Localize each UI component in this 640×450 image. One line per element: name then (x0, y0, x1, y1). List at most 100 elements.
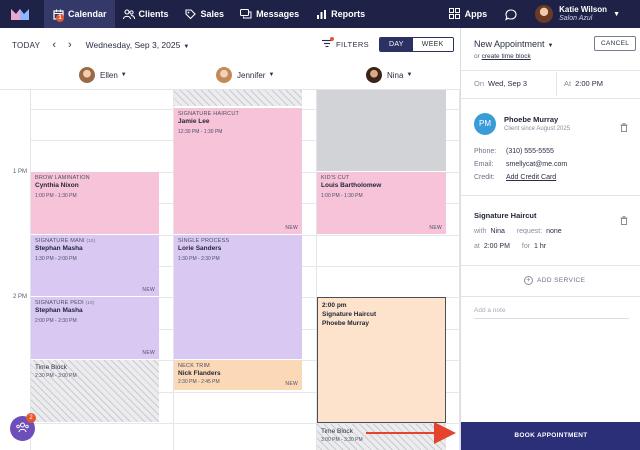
appointment-client: Stephan Masha (35, 307, 83, 314)
view-toggle: DAY WEEK (379, 37, 454, 52)
nav-clients-label: Clients (138, 9, 169, 19)
with-label: with (474, 228, 487, 235)
unavailable-block (317, 90, 446, 172)
client-name[interactable]: Phoebe Murray (504, 115, 558, 124)
today-button[interactable]: TODAY (12, 41, 40, 50)
trash-icon[interactable] (620, 119, 628, 132)
user-salon: Salon Azul (559, 15, 593, 22)
appointment-client: Louis Bartholomew (321, 182, 382, 189)
view-week-button[interactable]: WEEK (412, 38, 453, 51)
chevron-down-icon: ▼ (613, 10, 620, 18)
view-day-button[interactable]: DAY (380, 38, 413, 51)
staff-name: Nina (387, 70, 404, 80)
service-tag: (10) (85, 300, 95, 305)
panel-subtitle: or create time block (474, 53, 531, 60)
appointment-time: 2:00 PM - 2:30 PM (35, 318, 77, 324)
time-field-value: 2:00 PM (575, 79, 604, 88)
filters-button[interactable]: FILTERS (322, 37, 369, 50)
divider (461, 265, 640, 266)
nav-clients[interactable]: Clients (115, 0, 177, 28)
next-day-icon[interactable]: › (68, 39, 72, 51)
appointment-neck-trim[interactable]: NECK TRIM Nick Flanders 2:30 PM - 2:45 P… (174, 360, 302, 391)
time-block[interactable] (174, 90, 302, 107)
email-value: smellycat@me.com (506, 161, 568, 168)
appointment-single-process[interactable]: SINGLE PROCESS Lorie Sanders 1:30 PM - 2… (174, 235, 302, 360)
new-client-badge: NEW (142, 287, 155, 293)
trash-icon[interactable] (620, 212, 628, 225)
staff-avatar (79, 67, 95, 83)
chevron-down-icon: ▼ (268, 72, 275, 78)
staff-name: Jennifer (237, 70, 266, 80)
nav-sales[interactable]: Sales (177, 0, 233, 28)
appointment-client: Nick Flanders (178, 370, 221, 377)
users-icon (122, 8, 135, 20)
service-name: Signature Haircut (474, 211, 537, 220)
chat-bubble-icon[interactable] (505, 8, 517, 21)
nav-apps-label: Apps (464, 9, 488, 19)
add-credit-card-link[interactable]: Add Credit Card (506, 174, 556, 181)
nav-calendar[interactable]: 1 Calendar (44, 0, 115, 28)
chevron-down-icon: ▼ (547, 43, 554, 49)
app-logo[interactable] (10, 6, 30, 22)
nav-sales-label: Sales (200, 9, 225, 19)
appointment-signature-pedi[interactable]: SIGNATURE PEDI (10) Stephan Masha 2:00 P… (31, 297, 159, 360)
nav-right: Apps Katie Wilson Salon Azul ▼ (448, 0, 640, 28)
appointment-brow-lamination[interactable]: BROW LAMINATION Cynthia Nixon 1:00 PM - … (31, 172, 159, 235)
service-time-select[interactable]: 2:00 PM (484, 243, 510, 250)
time-label: 1 PM (13, 169, 28, 175)
chevron-down-icon: ▼ (406, 72, 413, 78)
appointment-client: Cynthia Nixon (35, 182, 79, 189)
service-text: SIGNATURE PEDI (35, 300, 84, 306)
appointment-service: SINGLE PROCESS (178, 238, 230, 244)
panel-title: New Appointment (474, 39, 545, 49)
staff-nina[interactable]: Nina ▼ (366, 67, 412, 83)
appointment-kids-cut[interactable]: KID'S CUT Louis Bartholomew 1:00 PM - 1:… (317, 172, 446, 235)
time-field[interactable]: At 2:00 PM (564, 79, 603, 88)
draft-appointment[interactable]: 2:00 pm Signature Haircut Phoebe Murray (317, 297, 446, 423)
request-select[interactable]: none (546, 228, 562, 235)
note-input[interactable]: Add a note (474, 307, 629, 319)
nav-reports[interactable]: Reports (307, 0, 373, 28)
draft-service: Signature Haircut (322, 311, 377, 318)
date-field-label: On (474, 79, 485, 88)
cancel-button[interactable]: CANCEL (594, 36, 637, 51)
prev-day-icon[interactable]: ‹ (52, 39, 56, 51)
nav-messages[interactable]: Messages (232, 0, 307, 28)
appointment-client: Stephan Masha (35, 245, 83, 252)
appointment-service: SIGNATURE HAIRCUT (178, 111, 240, 117)
user-menu[interactable]: Katie Wilson Salon Azul ▼ (535, 5, 620, 23)
book-appointment-button[interactable]: BOOK APPOINTMENT (461, 422, 640, 450)
chat-icon (240, 8, 252, 20)
panel-title-dropdown[interactable]: New Appointment ▼ (474, 39, 554, 49)
duration-select[interactable]: 1 hr (534, 243, 546, 250)
appointment-signature-haircut[interactable]: SIGNATURE HAIRCUT Jamie Lee 12:30 PM - 1… (174, 108, 302, 235)
draft-time: 2:00 pm (322, 302, 347, 309)
appointment-service: SIGNATURE PEDI (10) (35, 300, 155, 306)
staff-jennifer[interactable]: Jennifer ▼ (216, 67, 274, 83)
annotation-arrow-line (366, 432, 436, 434)
staff-select[interactable]: Nina (490, 228, 504, 235)
time-block[interactable]: Time Block 2:30 PM - 3:00 PM (31, 360, 159, 423)
divider (461, 296, 640, 297)
add-service-button[interactable]: + ADD SERVICE (524, 276, 585, 285)
time-block[interactable]: Time Block 3:00 PM - 3:30 PM (317, 424, 446, 450)
appointment-signature-mani[interactable]: SIGNATURE MANI (10) Stephan Masha 1:30 P… (31, 235, 159, 297)
user-name: Katie Wilson (559, 5, 608, 14)
appointment-service: KID'S CUT (321, 175, 350, 181)
date-picker[interactable]: Wednesday, Sep 3, 2025 ▼ (86, 40, 190, 50)
user-avatar (535, 5, 554, 23)
date-field[interactable]: On Wed, Sep 3 (474, 79, 527, 88)
plus-icon: + (524, 276, 533, 285)
staff-ellen[interactable]: Ellen ▼ (79, 67, 127, 83)
calendar-grid[interactable]: 1 PM 2 PM BROW LAMINATION Cynthia Nixon … (0, 90, 460, 450)
time-label: 2 PM (13, 294, 28, 300)
date-field-value: Wed, Sep 3 (488, 79, 528, 88)
create-time-block-link[interactable]: create time block (482, 53, 531, 60)
chevron-down-icon: ▼ (120, 72, 127, 78)
credit-row: Credit: Add Credit Card (474, 174, 556, 181)
nav-apps[interactable]: Apps (448, 7, 488, 21)
divider (461, 98, 640, 99)
new-client-badge: NEW (285, 381, 298, 387)
appointment-time: 2:30 PM - 3:00 PM (35, 373, 77, 379)
appointment-time: 1:30 PM - 2:30 PM (178, 256, 220, 262)
